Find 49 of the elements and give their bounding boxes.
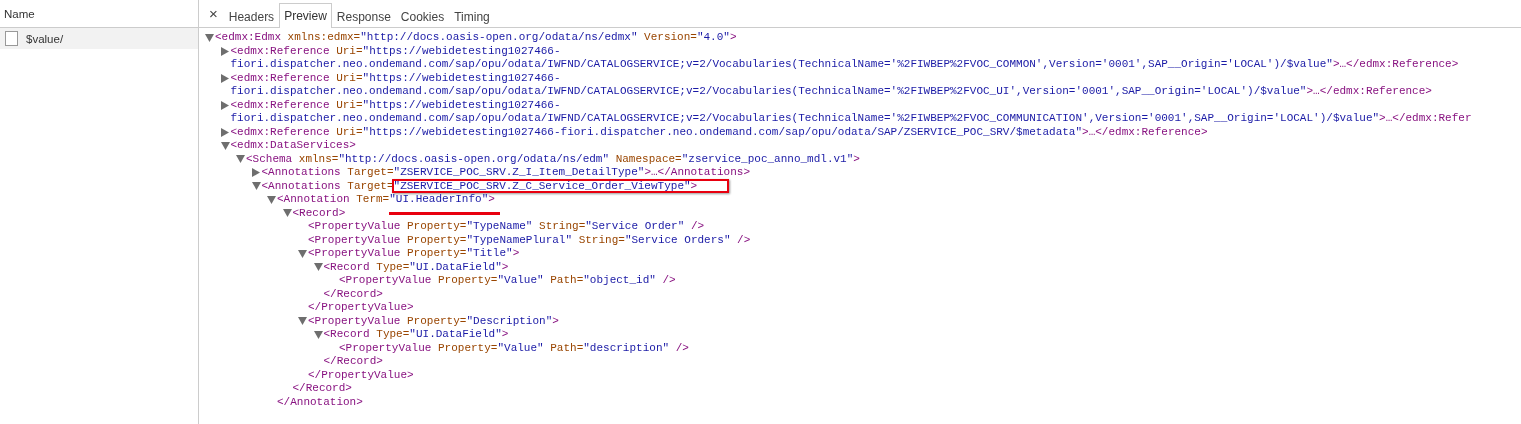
caret-right-icon[interactable] xyxy=(220,46,229,56)
caret-down-icon[interactable] xyxy=(313,263,323,272)
caret-down-icon[interactable] xyxy=(251,182,261,191)
code-line: <Schema xmlns="http://docs.oasis-open.org/odata/ns/edm" Namespace="zservice_poc_anno_mdl.v1"> xyxy=(246,152,860,166)
document-icon xyxy=(5,31,18,46)
code-line: </Record> xyxy=(323,287,383,301)
caret-right-icon[interactable] xyxy=(220,127,229,137)
caret-down-icon[interactable] xyxy=(220,141,230,150)
code-line: <edmx:Reference Uri="https://webidetesting1027466-fiori.dispatcher.neo.ondemand.com/sap/opu/odata/IWFND/CATALOGSERVICE;v=2/Vocabularies(TechnicalName='%2FIWBEP%2FVOC_COMMON',Version='0001',SAP__Origin='LOCAL')/$value">…</edmx:Reference> xyxy=(230,44,1460,72)
code-line: <PropertyValue Property="Description"> xyxy=(308,314,559,328)
tab[interactable]: Timing xyxy=(449,4,495,28)
code-line: <Record Type="UI.DataField"> xyxy=(323,260,509,274)
code-line: <edmx:Edmx xmlns:edmx="http://docs.oasis-open.org/odata/ns/edmx" Version="4.0"> xyxy=(215,31,737,45)
code-line: </PropertyValue> xyxy=(308,368,414,382)
caret-right-icon[interactable] xyxy=(220,73,229,83)
code-line: <PropertyValue Property="TypeName" String="Service Order" /> xyxy=(308,220,705,234)
tab[interactable]: Cookies xyxy=(395,4,450,28)
caret-down-icon[interactable] xyxy=(205,33,214,42)
tab[interactable]: Preview xyxy=(279,3,332,28)
caret-down-icon[interactable] xyxy=(298,249,307,258)
code-line: <edmx:Reference Uri="https://webidetesting1027466-fiori.dispatcher.neo.ondemand.com/sap/opu/odata/IWFND/CATALOGSERVICE;v=2/Vocabularies(TechnicalName='%2FIWBEP%2FVOC_COMMUNICATION',Version='0001',SAP__Origin='LOCAL')/$value">…</edmx:Refer xyxy=(230,98,1473,126)
caret-right-icon[interactable] xyxy=(220,100,229,110)
code-line: <Record> xyxy=(292,206,346,220)
caret-down-icon[interactable] xyxy=(313,330,323,339)
code-line: <PropertyValue Property="Value" Path="description" /> xyxy=(339,341,689,355)
column-header[interactable]: Name xyxy=(4,7,35,20)
code-line: <edmx:Reference Uri="https://webidetesting1027466-fiori.dispatcher.neo.ondemand.com/sap/opu/odata/IWFND/CATALOGSERVICE;v=2/Vocabularies(TechnicalName='%2FIWBEP%2FVOC_UI',Version='0001',SAP__Origin='LOCAL')/$value">…</edmx:Reference> xyxy=(230,71,1433,99)
close-button[interactable]: × xyxy=(203,0,224,27)
tab[interactable]: Response xyxy=(331,4,396,28)
tab[interactable]: Headers xyxy=(223,4,280,28)
caret-down-icon[interactable] xyxy=(282,209,292,218)
code-line: <edmx:Reference Uri="https://webidetesting1027466-fiori.dispatcher.neo.ondemand.com/sap/opu/odata/SAP/ZSERVICE_POC_SRV/$metadata">…</edmx:Reference> xyxy=(230,125,1208,139)
code-line: <Annotations Target="ZSERVICE_POC_SRV.Z_I_Item_DetailType">…</Annotations> xyxy=(261,166,750,180)
code-line: <Record Type="UI.DataField"> xyxy=(323,328,509,342)
caret-down-icon[interactable] xyxy=(236,155,245,164)
code-line: </Record> xyxy=(292,382,352,396)
code-line: <Annotation Term="UI.HeaderInfo"> xyxy=(277,193,495,207)
code-line: </Annotation> xyxy=(277,395,363,409)
caret-right-icon[interactable] xyxy=(251,168,260,178)
code-line: <edmx:DataServices> xyxy=(230,139,356,153)
code-line: <Annotations Target="ZSERVICE_POC_SRV.Z_C_Service_Order_ViewType"> xyxy=(261,179,698,193)
caret-down-icon[interactable] xyxy=(298,317,307,326)
code-line: </PropertyValue> xyxy=(308,301,414,315)
code-line: <PropertyValue Property="Title"> xyxy=(308,247,520,261)
caret-down-icon[interactable] xyxy=(267,195,276,204)
code-line: <PropertyValue Property="Value" Path="object_id" /> xyxy=(339,274,676,288)
code-line: <PropertyValue Property="TypeNamePlural" String="Service Orders" /> xyxy=(308,233,751,247)
request-row[interactable]: $value/ xyxy=(0,28,198,49)
code-line: </Record> xyxy=(323,355,383,369)
